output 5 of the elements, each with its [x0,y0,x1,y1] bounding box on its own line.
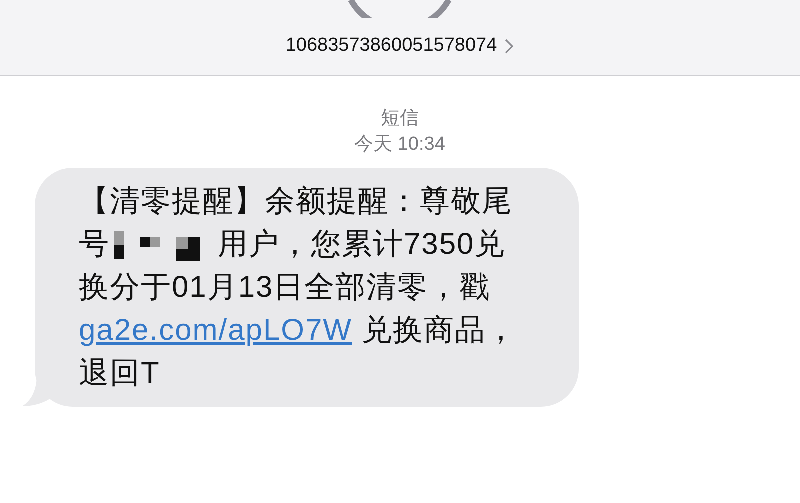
message-text: 【清零提醒】余额提醒：尊敬尾号 用户，您累计7350兑换分于01月13日全部清零，戳 ga2e.com/apLO7W 兑换商品，退回T [79,184,518,392]
link[interactable]: ga2e.com/apLO7W [79,314,352,347]
service-label: 短信 [381,107,419,131]
timestamp: 今天 10:34 [354,133,446,157]
sender-button[interactable]: 10683573860051578074 [286,32,514,60]
